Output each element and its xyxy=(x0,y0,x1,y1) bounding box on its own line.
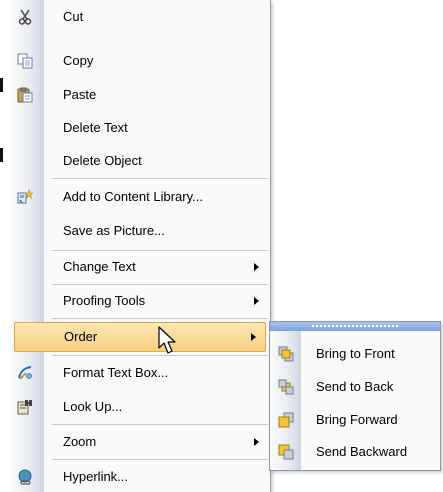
menu-item-save-as-picture[interactable]: Save as Picture... xyxy=(12,216,270,246)
menu-item-format-text-box[interactable]: Format Text Box... xyxy=(12,358,270,388)
submenu-arrow-icon xyxy=(254,438,259,446)
submenu-item-bring-forward[interactable]: Bring Forward xyxy=(270,404,440,436)
content-library-icon xyxy=(17,189,34,205)
submenu-item-label: Send to Back xyxy=(316,379,394,394)
menu-item-label: Zoom xyxy=(63,434,97,449)
context-menu: Cut Copy Paste Delete Text Delete Object… xyxy=(12,0,271,492)
submenu-item-send-to-back[interactable]: Send to Back xyxy=(270,371,440,403)
menu-separator xyxy=(52,318,268,319)
menu-item-delete-text[interactable]: Delete Text xyxy=(12,113,270,143)
menu-item-label: Cut xyxy=(63,9,84,24)
menu-separator xyxy=(52,459,268,460)
copy-icon xyxy=(17,53,33,69)
menu-item-copy[interactable]: Copy xyxy=(12,46,270,76)
mouse-pointer-icon xyxy=(158,326,176,354)
scissors-icon xyxy=(17,9,33,25)
submenu-arrow-icon xyxy=(251,333,256,341)
look-up-icon xyxy=(17,399,33,415)
submenu-arrow-icon xyxy=(254,297,259,305)
paste-icon xyxy=(17,87,33,103)
menu-item-add-to-content-library[interactable]: Add to Content Library... xyxy=(12,182,270,212)
submenu-item-send-backward[interactable]: Send Backward xyxy=(270,436,440,468)
bring-to-front-icon xyxy=(278,346,294,362)
menu-item-order[interactable]: Order xyxy=(14,322,266,352)
menu-item-delete-object[interactable]: Delete Object xyxy=(12,146,270,176)
menu-item-label: Delete Text xyxy=(63,120,128,135)
submenu-item-label: Bring to Front xyxy=(316,346,395,361)
menu-separator xyxy=(52,250,268,251)
menu-item-label: Paste xyxy=(63,87,97,102)
menu-item-label: Copy xyxy=(63,53,94,68)
submenu-item-label: Bring Forward xyxy=(316,412,398,427)
menu-item-hyperlink[interactable]: Hyperlink... xyxy=(12,462,270,492)
menu-item-label: Add to Content Library... xyxy=(63,189,203,204)
menu-item-label: Change Text xyxy=(63,259,136,274)
menu-separator xyxy=(52,178,268,179)
menu-item-proofing-tools[interactable]: Proofing Tools xyxy=(12,286,270,316)
menu-item-label: Format Text Box... xyxy=(63,365,169,380)
grip-dots xyxy=(312,325,398,327)
submenu-item-bring-to-front[interactable]: Bring to Front xyxy=(270,338,440,370)
send-backward-icon xyxy=(278,444,294,460)
order-submenu: Bring to Front Send to Back Bring Forwar… xyxy=(269,321,441,471)
menu-item-label: Order xyxy=(64,329,98,344)
menu-item-label: Delete Object xyxy=(63,153,142,168)
menu-item-label: Save as Picture... xyxy=(63,223,165,238)
menu-item-paste[interactable]: Paste xyxy=(12,80,270,110)
format-text-box-icon xyxy=(17,365,33,381)
menu-item-cut[interactable]: Cut xyxy=(12,2,270,32)
menu-item-change-text[interactable]: Change Text xyxy=(12,252,270,282)
menu-item-look-up[interactable]: Look Up... xyxy=(12,392,270,422)
menu-item-label: Hyperlink... xyxy=(63,469,129,484)
menu-item-label: Look Up... xyxy=(63,399,123,414)
menu-separator xyxy=(52,284,268,285)
submenu-arrow-icon xyxy=(254,263,259,271)
menu-separator xyxy=(52,424,268,425)
menu-item-label: Proofing Tools xyxy=(63,293,146,308)
bring-forward-icon xyxy=(278,412,294,428)
send-to-back-icon xyxy=(278,379,294,395)
hyperlink-globe-icon xyxy=(17,469,33,485)
submenu-item-label: Send Backward xyxy=(316,444,408,459)
menu-item-zoom[interactable]: Zoom xyxy=(12,427,270,457)
submenu-drag-grip[interactable] xyxy=(270,322,440,331)
